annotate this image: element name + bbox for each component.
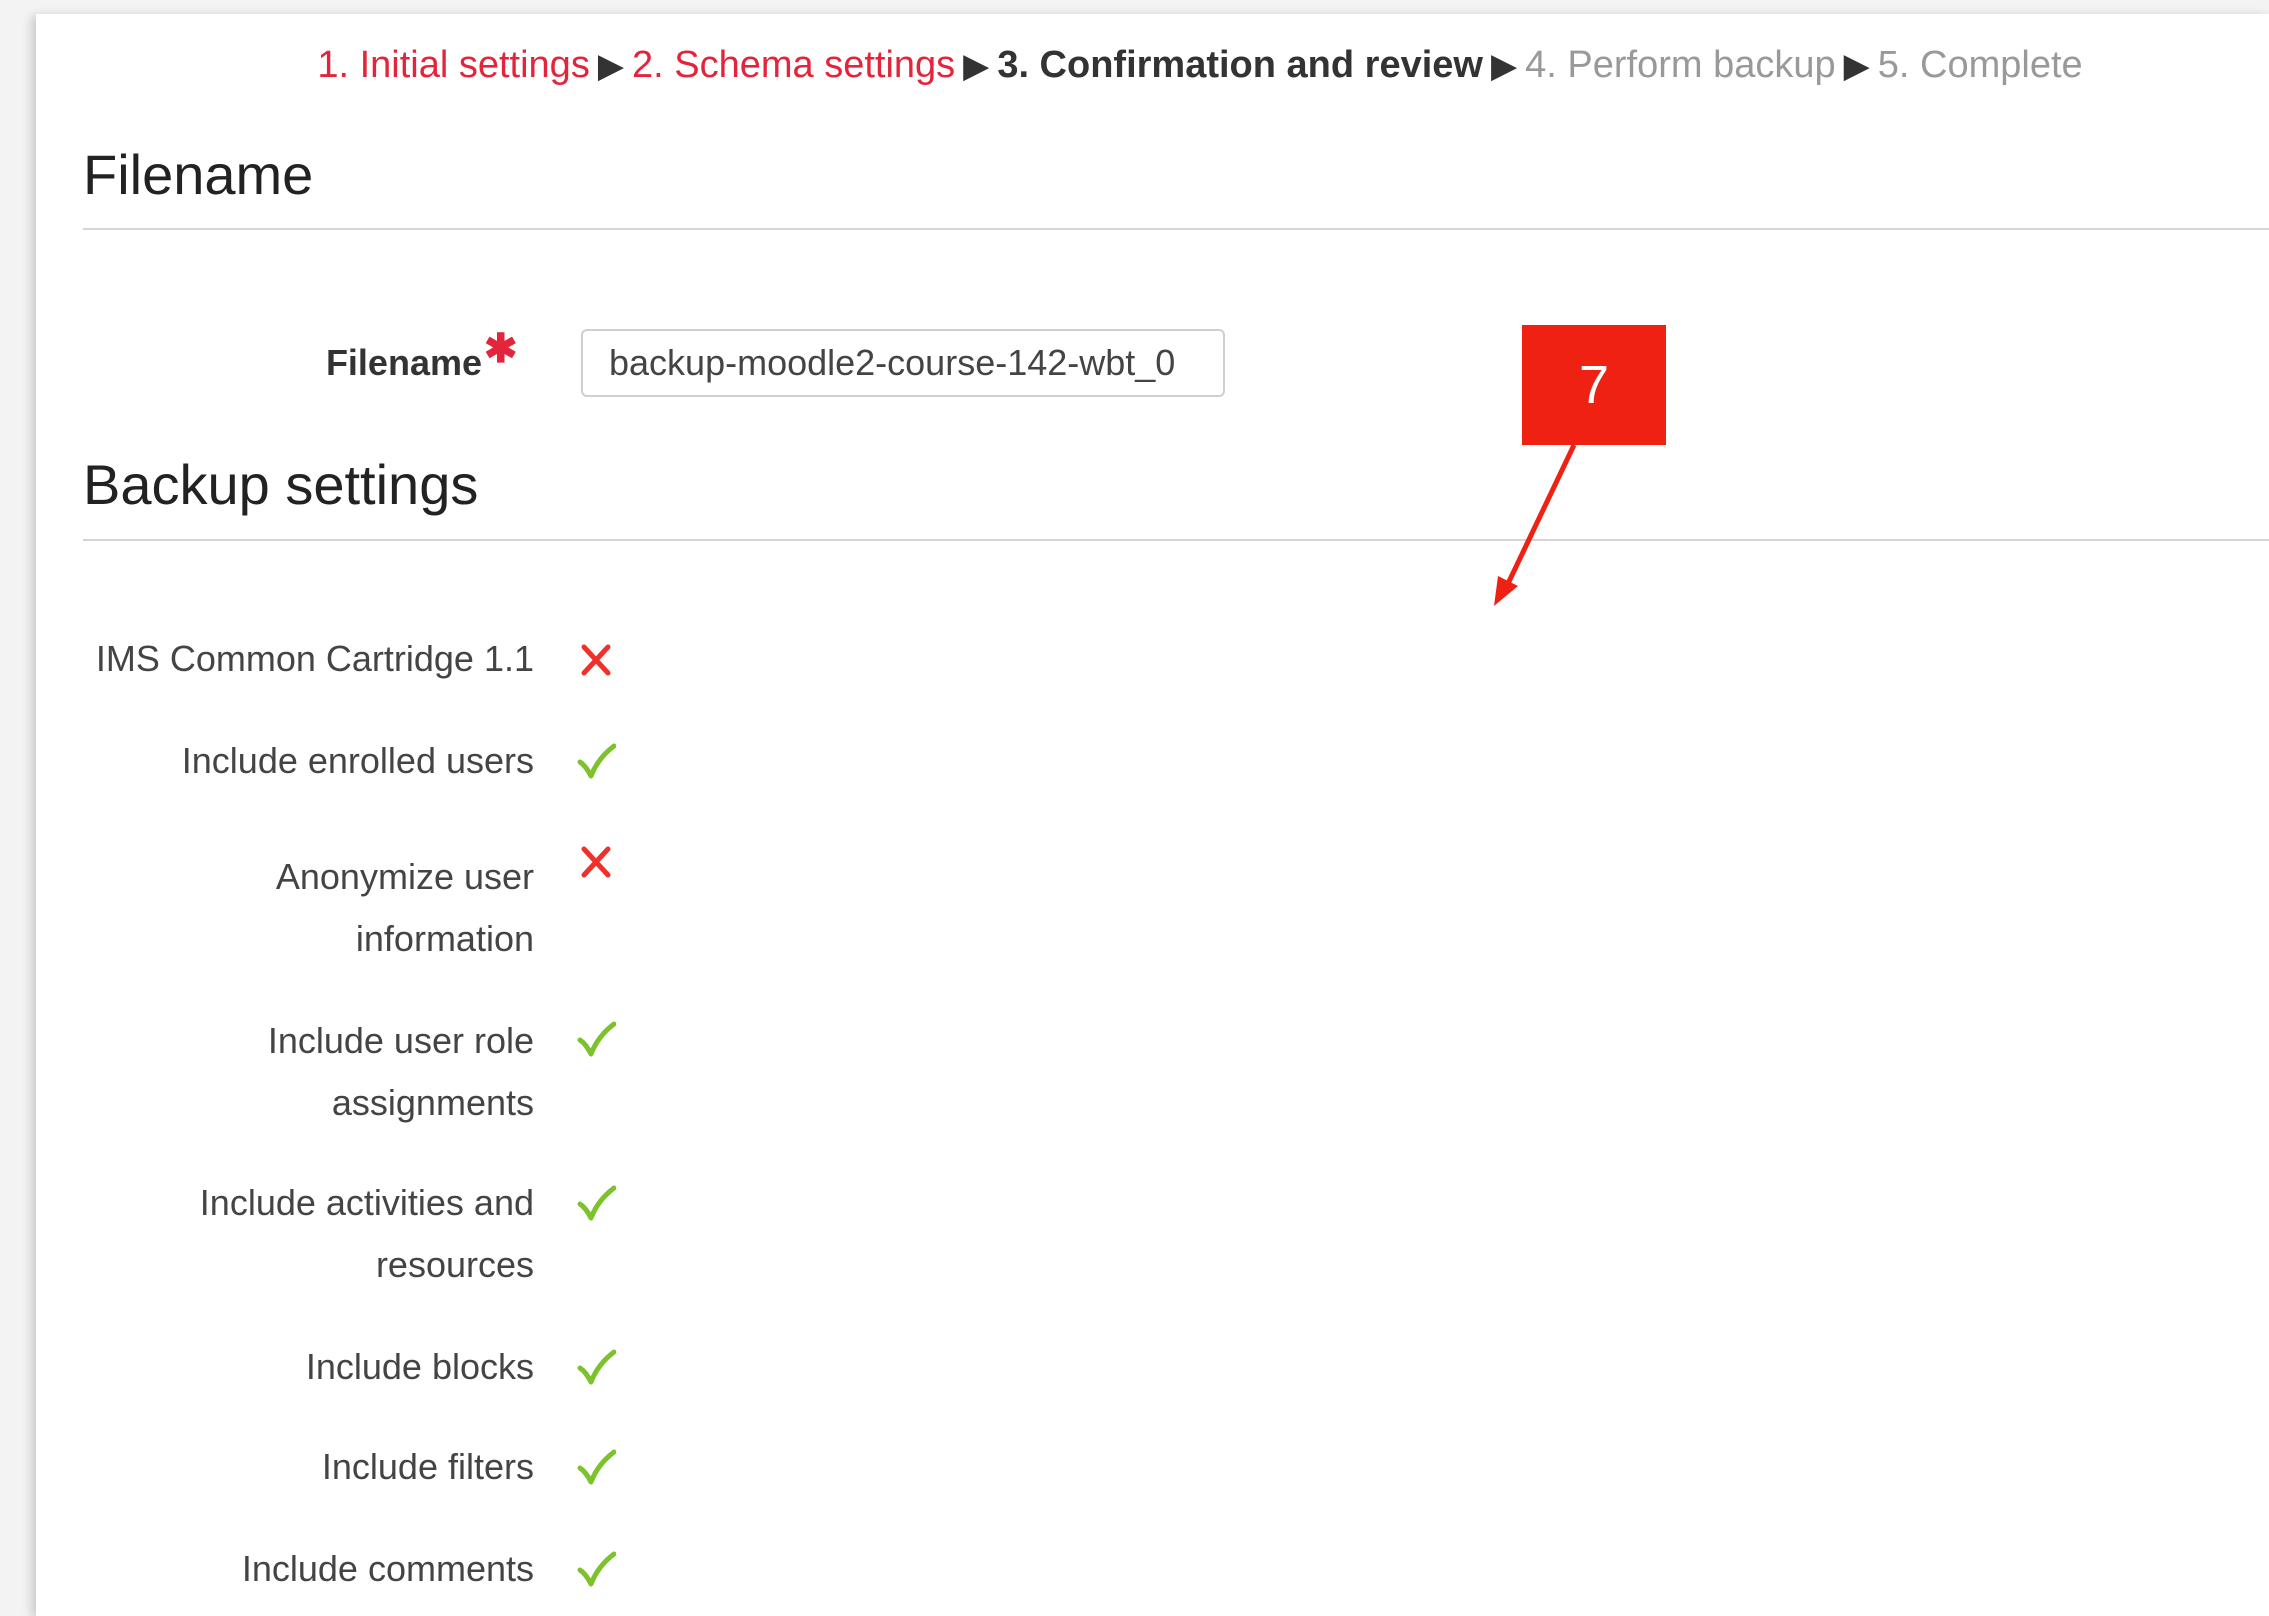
breadcrumb-step-complete: 5. Complete bbox=[1877, 44, 2083, 86]
filename-input[interactable] bbox=[581, 329, 1225, 397]
filename-label: Filename bbox=[325, 342, 482, 383]
check-icon bbox=[577, 1551, 616, 1587]
setting-label-anonymize: Anonymize user information bbox=[275, 856, 534, 959]
breadcrumb-step-schema-settings[interactable]: 2. Schema settings bbox=[632, 44, 955, 86]
check-icon bbox=[577, 1185, 616, 1221]
check-icon bbox=[577, 1021, 616, 1057]
annotation-callout: 7 bbox=[1522, 325, 1666, 445]
breadcrumb-separator-icon: ▶ bbox=[963, 47, 990, 85]
breadcrumb-separator-icon: ▶ bbox=[1843, 47, 1870, 85]
setting-label-activities: Include activities and resources bbox=[199, 1182, 534, 1285]
check-icon bbox=[577, 743, 616, 779]
check-icon bbox=[577, 1349, 616, 1385]
backup-page: 1. Initial settings ▶ 2. Schema settings ▶ 3… bbox=[36, 14, 2269, 1616]
cross-icon bbox=[581, 846, 611, 878]
breadcrumb-separator-icon: ▶ bbox=[597, 47, 624, 85]
filename-section-title: Filename bbox=[83, 143, 314, 206]
breadcrumb-step-perform-backup: 4. Perform backup bbox=[1525, 44, 1836, 86]
setting-label-enrolled-users: Include enrolled users bbox=[181, 740, 534, 781]
breadcrumb-separator-icon: ▶ bbox=[1490, 47, 1518, 85]
setting-label-ims-cc: IMS Common Cartridge 1.1 bbox=[95, 638, 534, 679]
setting-label-comments: Include comments bbox=[241, 1548, 534, 1589]
breadcrumb: 1. Initial settings ▶ 2. Schema settings ▶ 3… bbox=[36, 44, 2269, 87]
backup-settings-divider bbox=[83, 539, 2269, 541]
filename-section-divider bbox=[83, 228, 2269, 230]
check-icon bbox=[577, 1449, 616, 1485]
required-icon: ✱ bbox=[484, 327, 518, 371]
setting-label-blocks: Include blocks bbox=[305, 1346, 534, 1387]
setting-label-role-assignments: Include user role assignments bbox=[267, 1020, 534, 1123]
cross-icon bbox=[581, 644, 611, 676]
breadcrumb-step-initial-settings[interactable]: 1. Initial settings bbox=[317, 44, 589, 86]
backup-settings-title: Backup settings bbox=[83, 453, 479, 516]
setting-label-filters: Include filters bbox=[321, 1446, 534, 1487]
breadcrumb-step-confirmation: 3. Confirmation and review bbox=[997, 44, 1483, 86]
